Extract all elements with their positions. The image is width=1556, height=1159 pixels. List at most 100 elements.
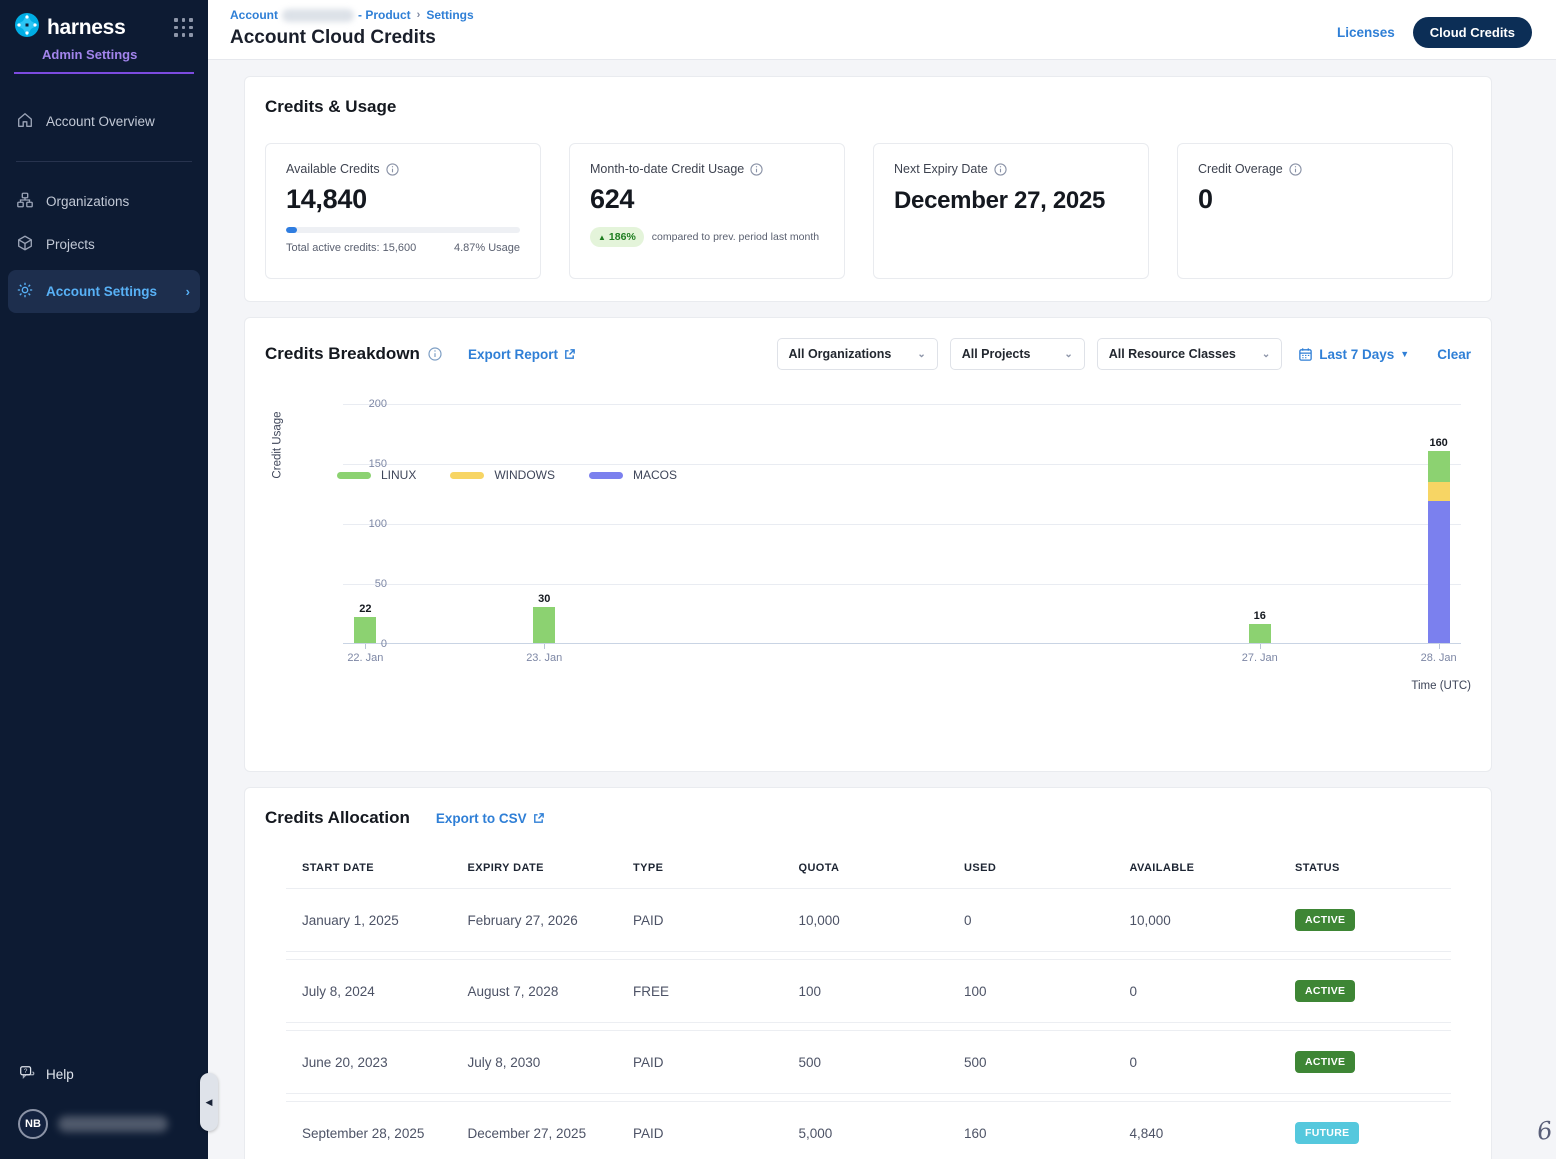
- export-csv-link[interactable]: Export to CSV: [436, 811, 545, 826]
- available-credits-value: 14,840: [286, 184, 520, 215]
- home-icon: [16, 111, 34, 132]
- delta-badge: ▲186%: [590, 227, 644, 247]
- sidebar-item-organizations[interactable]: Organizations: [0, 180, 208, 223]
- projects-filter[interactable]: All Projects⌄: [950, 338, 1085, 370]
- y-tick-label: 200: [369, 398, 387, 410]
- x-tick: [1439, 644, 1440, 649]
- table-cell: 100: [964, 984, 1130, 999]
- y-tick-label: 150: [369, 458, 387, 470]
- breadcrumb-redacted: [282, 9, 354, 22]
- y-axis-title: Credit Usage: [272, 411, 284, 478]
- avatar[interactable]: NB: [18, 1109, 48, 1139]
- column-header: EXPIRY DATE: [468, 862, 634, 874]
- x-tick-label: 28. Jan: [1421, 652, 1457, 664]
- gridline: [343, 584, 1461, 585]
- logo-text: harness: [47, 16, 125, 40]
- table-cell: 5,000: [799, 1126, 965, 1141]
- table-cell: 4,840: [1130, 1126, 1296, 1141]
- table-cell: 0: [1130, 1055, 1296, 1070]
- table-cell: 10,000: [799, 913, 965, 928]
- table-row[interactable]: September 28, 2025December 27, 2025PAID5…: [286, 1101, 1451, 1159]
- allocation-table: START DATEEXPIRY DATETYPEQUOTAUSEDAVAILA…: [286, 854, 1451, 1159]
- table-cell: 500: [799, 1055, 965, 1070]
- sidebar-item-label: Projects: [46, 237, 95, 252]
- sidebar-item-account-overview[interactable]: Account Overview: [0, 100, 208, 143]
- cloud-credits-button[interactable]: Cloud Credits: [1413, 17, 1532, 48]
- organizations-filter[interactable]: All Organizations⌄: [777, 338, 938, 370]
- table-cell: August 7, 2028: [468, 984, 634, 999]
- info-icon[interactable]: [386, 163, 399, 176]
- sidebar-collapse-handle[interactable]: ◀: [200, 1073, 218, 1131]
- calendar-icon: [1298, 347, 1313, 362]
- breadcrumb-account[interactable]: Account: [230, 8, 278, 22]
- export-report-link[interactable]: Export Report: [468, 347, 576, 362]
- sidebar-accent-line: [14, 72, 194, 74]
- available-credits-card: Available Credits 14,840 Total active cr…: [265, 143, 541, 279]
- info-icon[interactable]: [1289, 163, 1302, 176]
- breadcrumb-product[interactable]: - Product: [358, 8, 411, 22]
- info-icon[interactable]: [750, 163, 763, 176]
- table-cell: FUTURE: [1295, 1122, 1435, 1144]
- y-tick-label: 0: [381, 638, 387, 650]
- credit-usage-chart: Credit Usage 0501001502002222. Jan3023. …: [265, 404, 1471, 486]
- gridline: [343, 464, 1461, 465]
- table-cell: 0: [1130, 984, 1296, 999]
- table-row[interactable]: June 20, 2023July 8, 2030PAID5005000ACTI…: [286, 1030, 1451, 1094]
- next-expiry-card: Next Expiry Date December 27, 2025: [873, 143, 1149, 279]
- table-cell: ACTIVE: [1295, 909, 1435, 931]
- licenses-link[interactable]: Licenses: [1337, 25, 1395, 40]
- table-cell: January 1, 2025: [302, 913, 468, 928]
- help-button[interactable]: ? Help: [0, 1054, 208, 1095]
- breadcrumb-settings[interactable]: Settings: [426, 8, 473, 22]
- table-cell: June 20, 2023: [302, 1055, 468, 1070]
- chart-bar-27[interactable]: [1249, 624, 1271, 643]
- x-tick-label: 22. Jan: [347, 652, 383, 664]
- sidebar-item-projects[interactable]: Projects: [0, 223, 208, 266]
- harness-logo-icon: [14, 12, 40, 43]
- sidebar-item-account-settings[interactable]: Account Settings ›: [8, 270, 200, 313]
- table-cell: 160: [964, 1126, 1130, 1141]
- x-tick-label: 27. Jan: [1242, 652, 1278, 664]
- credits-allocation-section: Credits Allocation Export to CSV START D…: [244, 787, 1492, 1159]
- column-header: USED: [964, 862, 1130, 874]
- y-tick-label: 100: [369, 518, 387, 530]
- table-cell: 0: [964, 913, 1130, 928]
- status-badge: ACTIVE: [1295, 980, 1355, 1002]
- help-chat-icon: ?: [18, 1064, 36, 1085]
- chart-bar-28[interactable]: [1428, 451, 1450, 643]
- table-cell: December 27, 2025: [468, 1126, 634, 1141]
- column-header: START DATE: [302, 862, 468, 874]
- table-row[interactable]: January 1, 2025February 27, 2026PAID10,0…: [286, 888, 1451, 952]
- chart-bar-22[interactable]: [354, 617, 376, 643]
- bar-value-label: 30: [538, 593, 550, 608]
- bar-value-label: 22: [359, 603, 371, 618]
- bar-segment-windows: [1428, 482, 1450, 501]
- info-icon[interactable]: [428, 347, 442, 361]
- chevron-down-icon: ⌄: [917, 349, 925, 360]
- table-cell: 500: [964, 1055, 1130, 1070]
- table-row[interactable]: July 8, 2024August 7, 2028FREE1001000ACT…: [286, 959, 1451, 1023]
- table-cell: July 8, 2030: [468, 1055, 634, 1070]
- credits-allocation-title: Credits Allocation: [265, 808, 410, 828]
- y-tick-label: 50: [375, 578, 387, 590]
- usage-percent: 4.87% Usage: [454, 242, 520, 254]
- date-range-picker[interactable]: Last 7 Days ▼: [1298, 347, 1409, 362]
- sidebar-item-label: Account Overview: [46, 114, 155, 129]
- x-tick: [1260, 644, 1261, 649]
- chart-bar-23[interactable]: [533, 607, 555, 643]
- page-header: Account - Product › Settings Account Clo…: [208, 0, 1556, 60]
- usage-progress-fill: [286, 227, 297, 233]
- info-icon[interactable]: [994, 163, 1007, 176]
- table-cell: 10,000: [1130, 913, 1296, 928]
- chevron-right-icon: ›: [186, 284, 190, 299]
- table-cell: September 28, 2025: [302, 1126, 468, 1141]
- clear-filters-link[interactable]: Clear: [1437, 347, 1471, 362]
- bar-segment-linux: [533, 607, 555, 643]
- next-expiry-label: Next Expiry Date: [894, 162, 988, 176]
- x-tick-label: 23. Jan: [526, 652, 562, 664]
- app-switcher-icon[interactable]: [174, 18, 194, 38]
- bar-segment-linux: [1428, 451, 1450, 482]
- resource-classes-filter[interactable]: All Resource Classes⌄: [1097, 338, 1283, 370]
- table-cell: ACTIVE: [1295, 1051, 1435, 1073]
- user-row[interactable]: NB: [0, 1095, 208, 1143]
